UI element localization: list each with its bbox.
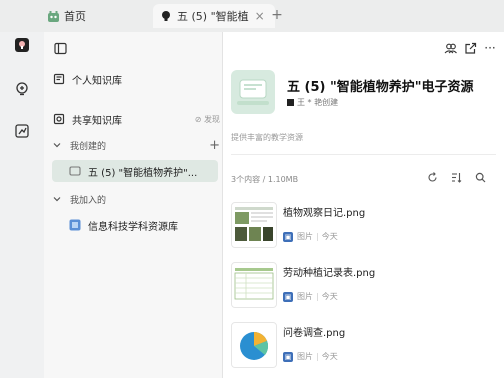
sidebar-item-label: 个人知识库 <box>72 75 122 87</box>
chevron-down-icon <box>52 192 62 206</box>
section-joined-label: 我加入的 <box>70 195 107 206</box>
compass-icon: ⊘ <box>194 114 204 124</box>
image-icon: ▣ <box>283 351 293 362</box>
app-window: 首页 五 (5) "智能植 × + 个人知识库 共享知识库 ⊘ 发现 我创建的 … <box>0 0 504 378</box>
kb-description: 提供丰富的教学资源 <box>231 133 303 142</box>
tab-home-label: 首页 <box>64 10 86 23</box>
list-toolbar <box>426 171 486 183</box>
file-thumbnail <box>231 202 277 248</box>
list-item[interactable]: 植物观察日记.png ▣ 图片 | 今天 <box>231 202 491 252</box>
sidebar-item-created-kb[interactable]: 五 (5) "智能植物养护"... <box>52 160 218 182</box>
tab-knowledge-base[interactable]: 五 (5) "智能植 × <box>153 4 275 28</box>
share-icon[interactable] <box>462 40 478 56</box>
image-icon: ▣ <box>283 291 293 302</box>
sidebar: 个人知识库 共享知识库 ⊘ 发现 我创建的 + 五 (5) "智能植物养护"..… <box>44 32 223 378</box>
avatar <box>287 99 294 106</box>
file-name: 问卷调查.png <box>283 328 346 339</box>
kb-header: 五 (5) "智能植物养护"电子资源 王 * 艳创建 <box>231 70 501 130</box>
kb-icon <box>68 164 82 178</box>
image-icon: ▣ <box>283 231 293 242</box>
lightbulb-plus-icon <box>14 81 30 101</box>
book-icon <box>52 72 66 86</box>
rail-knowledge-button[interactable] <box>11 36 33 58</box>
section-created-label: 我创建的 <box>70 141 107 152</box>
tab-bar: 首页 五 (5) "智能植 × + <box>0 0 504 32</box>
meta-separator: | <box>316 232 319 241</box>
more-icon[interactable]: ··· <box>482 40 498 56</box>
chevron-down-icon <box>52 138 62 152</box>
sidebar-item-label: 信息科技学科资源库 <box>88 221 178 233</box>
file-type: 图片 <box>297 292 313 301</box>
meta-separator: | <box>316 292 319 301</box>
file-time: 今天 <box>321 232 338 241</box>
meta-separator: | <box>316 352 319 361</box>
home-icon <box>46 9 60 23</box>
file-thumbnail <box>231 262 277 308</box>
file-name: 植物观察日记.png <box>283 208 366 219</box>
main-panel: ··· 五 (5) "智能植物养护"电子资源 王 * 艳创建 提供丰富的教学资源… <box>223 32 504 378</box>
sort-icon[interactable] <box>450 171 462 183</box>
file-type: 图片 <box>297 232 313 241</box>
file-type: 图片 <box>297 352 313 361</box>
sidebar-item-label: 五 (5) "智能植物养护"... <box>88 167 198 179</box>
file-meta: ▣ 图片 | 今天 <box>283 351 338 362</box>
list-item[interactable]: 问卷调查.png ▣ 图片 | 今天 <box>231 322 491 372</box>
sidebar-item-shared[interactable]: 共享知识库 ⊘ 发现 <box>44 108 230 130</box>
kb-cover-image <box>231 70 275 114</box>
sidebar-item-personal[interactable]: 个人知识库 <box>44 68 230 90</box>
sidebar-item-joined-kb[interactable]: 信息科技学科资源库 <box>44 214 246 236</box>
refresh-icon[interactable] <box>426 171 438 183</box>
kb-author-text: 王 * 艳创建 <box>297 98 339 107</box>
tab-knowledge-base-label: 五 (5) "智能植 <box>177 10 249 23</box>
bulb-icon <box>159 9 173 23</box>
file-meta: ▣ 图片 | 今天 <box>283 291 338 302</box>
search-icon[interactable] <box>474 171 486 183</box>
section-joined[interactable]: 我加入的 <box>44 188 230 210</box>
close-icon[interactable]: × <box>255 9 265 23</box>
tab-home[interactable]: 首页 <box>46 4 146 28</box>
divider <box>231 154 496 155</box>
file-time: 今天 <box>321 292 338 301</box>
file-time: 今天 <box>321 352 338 361</box>
file-name: 劳动种植记录表.png <box>283 268 376 279</box>
file-meta: ▣ 图片 | 今天 <box>283 231 338 242</box>
rail-edit-button[interactable] <box>11 122 33 144</box>
section-created[interactable]: 我创建的 + <box>44 134 230 156</box>
sidebar-item-label: 共享知识库 <box>72 115 122 127</box>
edit-icon <box>14 123 30 143</box>
discover-link[interactable]: ⊘ 发现 <box>195 114 220 125</box>
content-stats: 3个内容 / 1.10MB <box>231 175 299 184</box>
new-tab-button[interactable]: + <box>270 8 284 22</box>
shared-book-icon <box>52 112 66 126</box>
kb-colored-icon <box>68 218 82 232</box>
list-item[interactable]: 劳动种植记录表.png ▣ 图片 | 今天 <box>231 262 491 312</box>
file-thumbnail <box>231 322 277 368</box>
members-icon[interactable] <box>442 40 458 56</box>
rail-ai-button[interactable] <box>11 80 33 102</box>
left-rail <box>0 32 44 378</box>
kb-author: 王 * 艳创建 <box>287 97 338 108</box>
bulb-icon <box>14 37 30 57</box>
page-title: 五 (5) "智能植物养护"电子资源 <box>287 80 474 95</box>
sidebar-toggle-icon[interactable] <box>52 40 68 56</box>
add-button[interactable]: + <box>209 138 220 153</box>
